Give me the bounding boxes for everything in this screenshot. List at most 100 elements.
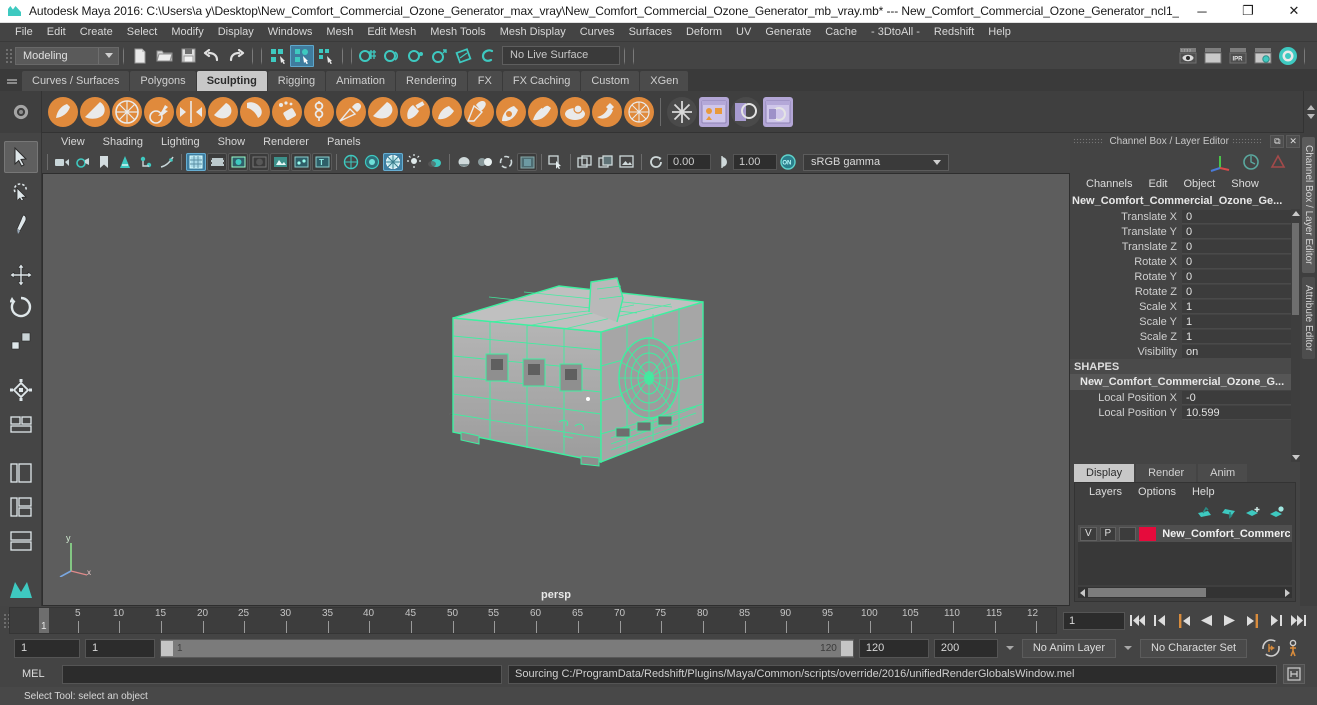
viewport-menu-view[interactable]: View <box>52 133 94 151</box>
channel-value[interactable]: 0 <box>1182 284 1300 299</box>
redo-icon[interactable] <box>224 45 248 67</box>
anim-layer-dropdown[interactable]: No Anim Layer <box>1021 638 1117 658</box>
layer-menu-help[interactable]: Help <box>1184 486 1223 498</box>
command-language-label[interactable]: MEL <box>22 668 56 680</box>
shelf-tab-fx-caching[interactable]: FX Caching <box>502 71 581 91</box>
move-tool[interactable] <box>4 258 38 290</box>
layer-list[interactable]: V P New_Comfort_Commerci <box>1078 525 1292 585</box>
new-scene-icon[interactable] <box>128 45 152 67</box>
select-object-icon[interactable] <box>290 44 314 67</box>
channel-value[interactable]: 0 <box>1182 224 1300 239</box>
shelf-tab-fx[interactable]: FX <box>467 71 502 91</box>
channel-row[interactable]: Visibility on <box>1070 344 1300 359</box>
repeat-tool-icon[interactable] <box>304 96 334 127</box>
xray-icon[interactable] <box>270 153 290 171</box>
relax-tool-icon[interactable] <box>112 96 142 127</box>
undo-icon[interactable] <box>200 45 224 67</box>
animation-preferences-icon[interactable] <box>1286 638 1306 658</box>
minimize-button[interactable]: ─ <box>1179 0 1225 23</box>
step-forward-frame-icon[interactable] <box>1242 611 1263 631</box>
resolution-gate-icon[interactable] <box>228 153 248 171</box>
viewport-menu-lighting[interactable]: Lighting <box>152 133 209 151</box>
vertical-tab-channel-box-layer-editor[interactable]: Channel Box / Layer Editor <box>1302 137 1315 273</box>
channel-row[interactable]: Local Position X -0 <box>1070 390 1300 405</box>
menu-help[interactable]: Help <box>981 23 1018 42</box>
step-back-key-icon[interactable] <box>1150 611 1171 631</box>
channel-row[interactable]: Scale X 1 <box>1070 299 1300 314</box>
shelf-scroll-buttons[interactable] <box>1303 90 1317 133</box>
shelf-options-button[interactable] <box>0 90 42 133</box>
grid-toggle-icon[interactable] <box>186 153 206 171</box>
gamma-field[interactable]: 1.00 <box>733 154 777 170</box>
menu-select[interactable]: Select <box>120 23 165 42</box>
menu-redshift[interactable]: Redshift <box>927 23 981 42</box>
time-slider[interactable]: 1 5 10 15 20 25 30 35 40 45 50 55 60 65 70 75 80 85 90 95 1… <box>9 607 1057 634</box>
chevron-down-icon[interactable] <box>1003 646 1017 650</box>
shaded-textured-icon[interactable] <box>383 153 403 171</box>
panel-copy-icon[interactable] <box>596 153 616 171</box>
menu-create[interactable]: Create <box>73 23 120 42</box>
shelf-grip[interactable] <box>2 69 22 91</box>
freeze-tool-icon[interactable] <box>592 96 622 127</box>
menu-windows[interactable]: Windows <box>261 23 320 42</box>
menu-curves[interactable]: Curves <box>573 23 622 42</box>
pinch-tool-icon[interactable] <box>176 96 206 127</box>
flatten-tool-icon[interactable] <box>208 96 238 127</box>
lasso-select-tool[interactable] <box>4 175 38 207</box>
sculpt-tool-icon[interactable] <box>48 96 78 127</box>
channel-value[interactable]: 0 <box>1182 209 1300 224</box>
shape-node-name[interactable]: New_Comfort_Commercial_Ozone_G... <box>1070 374 1300 390</box>
play-backwards-icon[interactable] <box>1196 611 1217 631</box>
current-frame-field[interactable]: 1 <box>1063 611 1125 630</box>
close-button[interactable]: ✕ <box>1271 0 1317 23</box>
menu-mesh-tools[interactable]: Mesh Tools <box>423 23 492 42</box>
select-tool[interactable] <box>3 141 38 173</box>
undock-panel-button[interactable]: ⧉ <box>1270 134 1285 148</box>
snap-view-plane-icon[interactable] <box>452 45 476 67</box>
imprint-tool-icon[interactable] <box>336 96 366 127</box>
amplify-tool-icon[interactable] <box>560 96 590 127</box>
hypershade-icon[interactable] <box>1275 45 1300 66</box>
persp-viewport[interactable]: y x persp <box>42 173 1070 606</box>
xray-joints-icon[interactable] <box>291 153 311 171</box>
paint-select-tool[interactable] <box>4 208 38 240</box>
menu-file[interactable]: File <box>8 23 40 42</box>
knife-tool-icon[interactable] <box>464 96 494 127</box>
menu-deform[interactable]: Deform <box>679 23 729 42</box>
shelf-tab-rendering[interactable]: Rendering <box>396 71 467 91</box>
layer-playback-toggle[interactable]: P <box>1099 526 1117 541</box>
channel-row[interactable]: Scale Y 1 <box>1070 314 1300 329</box>
layer-tab-anim[interactable]: Anim <box>1198 464 1248 482</box>
multisample-icon[interactable] <box>496 153 516 171</box>
snap-grid-icon[interactable] <box>356 45 380 67</box>
channel-row[interactable]: Scale Z 1 <box>1070 329 1300 344</box>
scrape-tool-icon[interactable] <box>400 96 430 127</box>
grease-pencil-icon[interactable] <box>157 153 177 171</box>
menu-set-dropdown[interactable]: Modeling <box>15 46 119 65</box>
film-gate-icon[interactable] <box>207 153 227 171</box>
channel-row[interactable]: Translate X 0 <box>1070 209 1300 224</box>
smooth-tool-icon[interactable] <box>80 96 110 127</box>
make-live-icon[interactable] <box>476 45 500 67</box>
gamma-reset-icon[interactable] <box>712 153 732 171</box>
range-start-field[interactable]: 1 <box>85 638 155 658</box>
open-scene-icon[interactable] <box>152 45 176 67</box>
isolate-select-icon[interactable] <box>546 153 566 171</box>
command-input-field[interactable] <box>62 664 502 684</box>
menu-edit[interactable]: Edit <box>40 23 73 42</box>
wireframe-shading-icon[interactable] <box>341 153 361 171</box>
channel-value[interactable]: -0 <box>1182 390 1300 405</box>
render-view-icon[interactable]: 1 2 3 3 <box>1175 45 1200 66</box>
channel-row[interactable]: Rotate Y 0 <box>1070 269 1300 284</box>
move-layer-down-icon[interactable] <box>1221 506 1237 519</box>
shelf-tab-xgen[interactable]: XGen <box>640 71 689 91</box>
move-layer-up-icon[interactable] <box>1197 506 1213 519</box>
symmetry-icon[interactable] <box>763 96 793 127</box>
shelf-tab-curves-surfaces[interactable]: Curves / Surfaces <box>22 71 130 91</box>
range-slider[interactable]: 1 120 <box>160 638 854 658</box>
channel-value[interactable]: 1 <box>1182 329 1300 344</box>
panel-grip[interactable] <box>1073 136 1106 146</box>
snap-point-icon[interactable] <box>404 45 428 67</box>
channel-box-menu-show[interactable]: Show <box>1223 178 1267 190</box>
outliner-persp-layout[interactable] <box>4 458 38 490</box>
